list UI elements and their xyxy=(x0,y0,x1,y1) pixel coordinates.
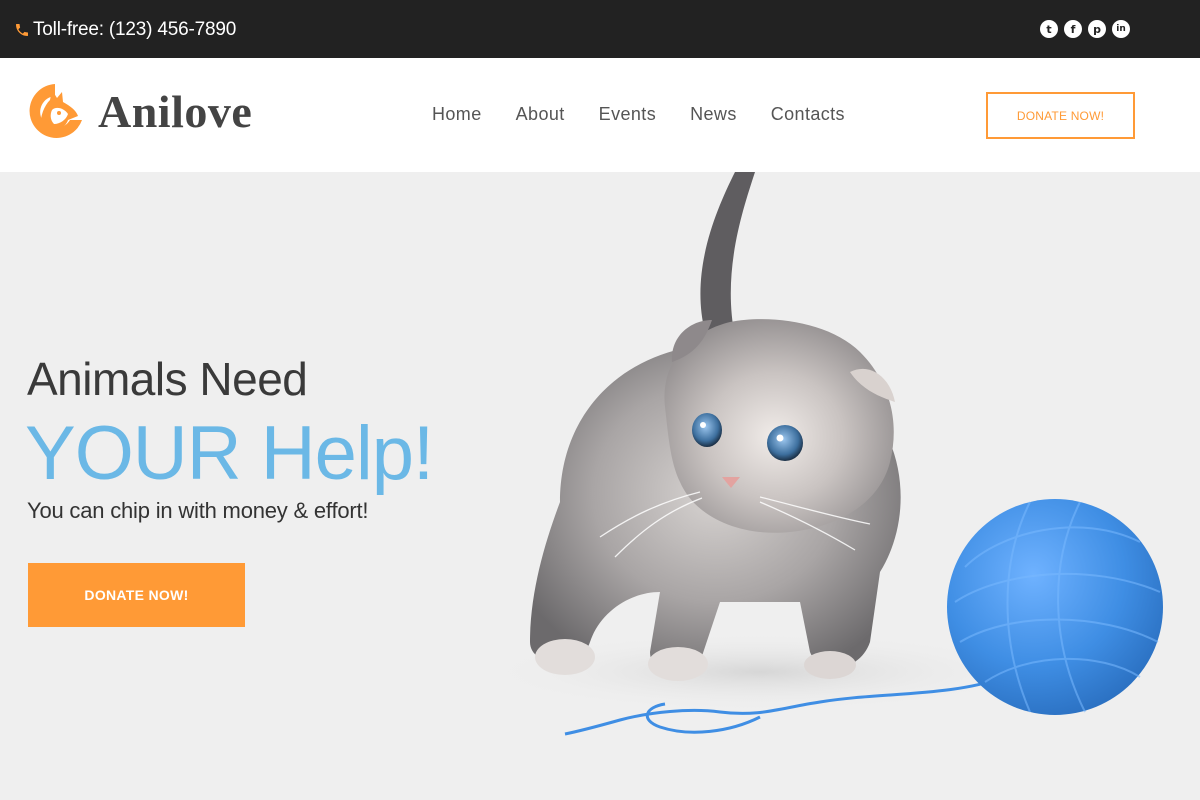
site-header: Anilove Home About Events News Contacts … xyxy=(0,58,1200,172)
header-donate-button[interactable]: DONATE NOW! xyxy=(986,92,1135,139)
nav-item-contacts[interactable]: Contacts xyxy=(771,104,845,125)
facebook-icon[interactable]: f xyxy=(1064,20,1082,38)
phone-text: Toll-free: (123) 456-7890 xyxy=(33,19,237,40)
pinterest-icon[interactable]: p xyxy=(1088,20,1106,38)
logo-text: Anilove xyxy=(98,85,253,137)
social-links: t f p in xyxy=(1040,20,1130,38)
phone-icon xyxy=(16,24,28,36)
hero-donate-button[interactable]: DONATE NOW! xyxy=(28,563,245,627)
logo[interactable]: Anilove xyxy=(26,80,252,142)
nav-item-home[interactable]: Home xyxy=(432,104,482,125)
hero-headline-line1: Animals Need xyxy=(27,353,308,405)
main-nav: Home About Events News Contacts xyxy=(432,104,879,125)
linkedin-icon[interactable]: in xyxy=(1112,20,1130,38)
nav-item-news[interactable]: News xyxy=(690,104,737,125)
nav-item-about[interactable]: About xyxy=(516,104,565,125)
twitter-icon[interactable]: t xyxy=(1040,20,1058,38)
nav-item-events[interactable]: Events xyxy=(599,104,656,125)
hero-section: Animals Need YOUR Help! You can chip in … xyxy=(0,172,1200,800)
hero-subtitle: You can chip in with money & effort! xyxy=(27,498,369,523)
hero-headline-line2: YOUR Help! xyxy=(25,411,434,496)
logo-icon xyxy=(29,84,82,138)
phone-info[interactable]: Toll-free: (123) 456-7890 xyxy=(14,19,236,41)
top-bar: Toll-free: (123) 456-7890 t f p in xyxy=(0,0,1200,58)
